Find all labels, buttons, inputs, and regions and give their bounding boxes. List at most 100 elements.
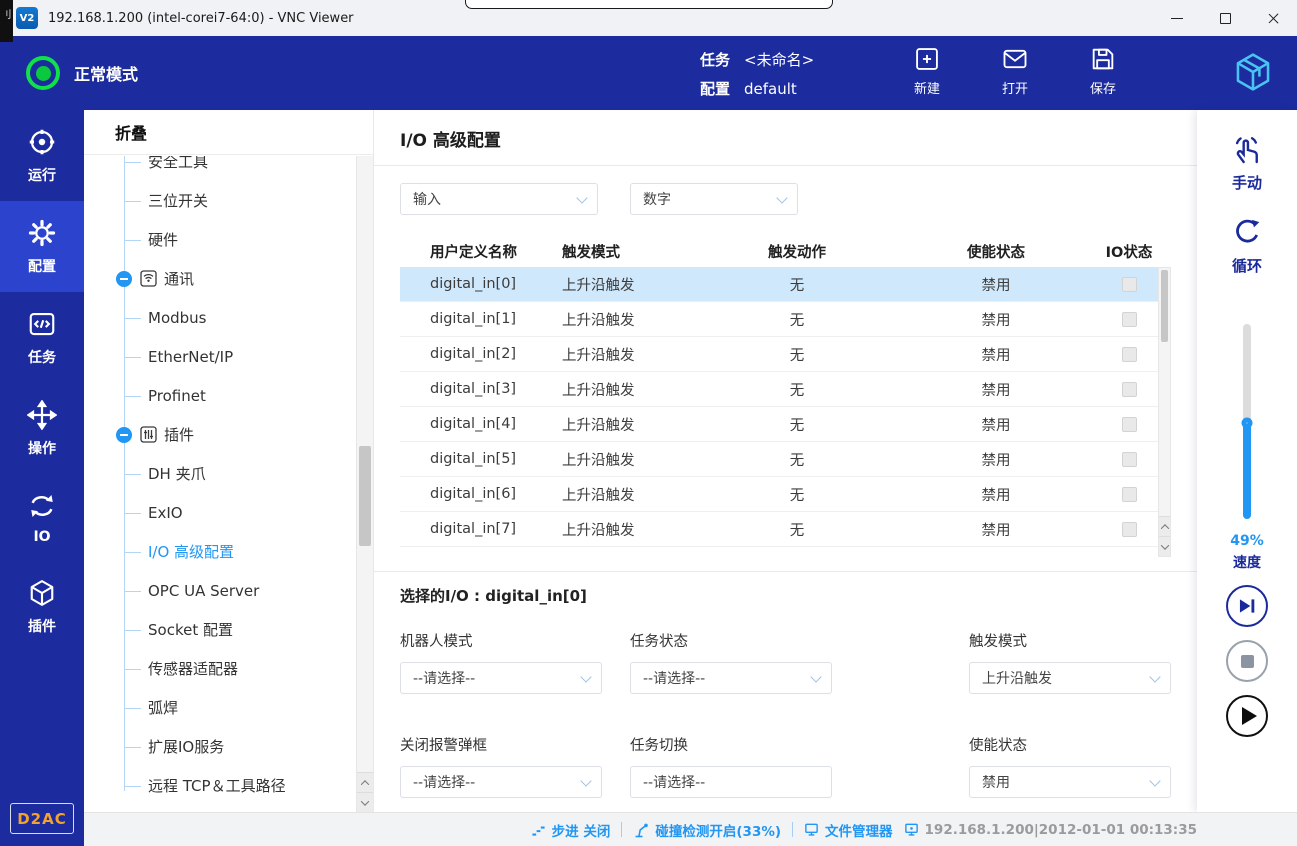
io-type-select[interactable]: 数字 <box>630 183 798 215</box>
close-button[interactable] <box>1249 0 1297 36</box>
tree-item-three-position-switch[interactable]: 三位开关 <box>84 181 356 220</box>
scroll-down-button[interactable] <box>1159 536 1170 556</box>
sidebar-item-plugin[interactable]: 插件 <box>0 561 84 652</box>
open-task-button[interactable]: 打开 <box>986 45 1044 97</box>
io-state-checkbox[interactable] <box>1122 277 1137 292</box>
collapse-minus-icon[interactable] <box>116 427 132 443</box>
new-task-button[interactable]: 新建 <box>898 45 956 97</box>
io-config-form-row-2: 关闭报警弹框 --请选择-- 任务切换 --请选择-- 使能状态 禁用 <box>400 734 1171 798</box>
scroll-up-button[interactable] <box>1159 516 1170 536</box>
io-state-checkbox[interactable] <box>1122 522 1137 537</box>
tree-item-profinet[interactable]: Profinet <box>84 376 356 415</box>
collision-status[interactable]: 碰撞检测开启(33%) <box>633 820 781 840</box>
tree-item-arc-welding[interactable]: 弧焊 <box>84 688 356 727</box>
tree-node-communication[interactable]: 通讯 <box>84 259 356 298</box>
table-row[interactable]: digital_in[1] 上升沿触发 无 禁用 <box>400 302 1158 337</box>
sidebar-item-task[interactable]: 任务 <box>0 292 84 383</box>
tree-scrollbar-thumb[interactable] <box>359 446 371 546</box>
sidebar-item-run[interactable]: 运行 <box>0 110 84 201</box>
tree-item-safety-tools[interactable]: 安全工具 <box>84 156 356 181</box>
config-tree-panel: 折叠 安全工具 三位开关 硬件 通讯 Modbus EtherNet/IP Pr… <box>84 110 374 812</box>
vnc-toolbar-tab[interactable] <box>465 0 833 9</box>
chevron-down-icon <box>1160 541 1168 549</box>
stop-button[interactable] <box>1226 640 1268 682</box>
tree-node-plugins[interactable]: 插件 <box>84 415 356 454</box>
minimize-button[interactable] <box>1153 0 1201 36</box>
sidebar-label: 运行 <box>28 165 56 185</box>
tree-item-opc-ua-server[interactable]: OPC UA Server <box>84 571 356 610</box>
new-icon <box>913 45 941 73</box>
io-state-checkbox[interactable] <box>1122 557 1137 558</box>
loop-mode-button[interactable]: 循环 <box>1231 217 1263 276</box>
statusbar: 步进 关闭 碰撞检测开启(33%) 文件管理器 192.168.1.200|20… <box>84 812 1297 846</box>
right-control-panel: 手动 循环 49% 速度 <box>1197 110 1297 812</box>
tree-item-modbus[interactable]: Modbus <box>84 298 356 337</box>
enable-state-select[interactable]: 禁用 <box>969 766 1171 798</box>
trigger-mode-label: 触发模式 <box>969 630 1171 651</box>
io-state-checkbox[interactable] <box>1122 487 1137 502</box>
task-config-info: 任务 <未命名> 配置 default <box>700 45 814 103</box>
tree-item-extended-io-service[interactable]: 扩展IO服务 <box>84 727 356 766</box>
table-row[interactable]: digital_in[4] 上升沿触发 无 禁用 <box>400 407 1158 442</box>
save-icon <box>1089 45 1117 73</box>
trigger-mode-select[interactable]: 上升沿触发 <box>969 662 1171 694</box>
table-row[interactable]: digital_in[5] 上升沿触发 无 禁用 <box>400 442 1158 477</box>
speed-percent: 49% <box>1230 533 1264 549</box>
chevron-up-icon <box>1160 524 1168 532</box>
table-row[interactable]: digital_in[2] 上升沿触发 无 禁用 <box>400 337 1158 372</box>
robot-mode-select[interactable]: --请选择-- <box>400 662 602 694</box>
tree-item-io-advanced-config[interactable]: I/O 高级配置 <box>84 532 356 571</box>
table-scrollbar-thumb[interactable] <box>1161 270 1168 342</box>
tree-item-socket-config[interactable]: Socket 配置 <box>84 610 356 649</box>
tree-item-sensor-adapter[interactable]: 传感器适配器 <box>84 649 356 688</box>
manual-mode-button[interactable]: 手动 <box>1231 134 1263 193</box>
header-actions: 新建 打开 保存 <box>898 45 1132 97</box>
save-task-button[interactable]: 保存 <box>1074 45 1132 97</box>
maximize-button[interactable] <box>1201 0 1249 36</box>
io-state-checkbox[interactable] <box>1122 347 1137 362</box>
tree-item-remote-tcp-tool-path[interactable]: 远程 TCP＆工具路径 <box>84 766 356 805</box>
io-state-checkbox[interactable] <box>1122 382 1137 397</box>
tree-collapse-header[interactable]: 折叠 <box>84 110 373 155</box>
io-direction-select[interactable]: 输入 <box>400 183 598 215</box>
chevron-down-icon <box>580 671 591 682</box>
table-row[interactable]: digital_in[6] 上升沿触发 无 禁用 <box>400 477 1158 512</box>
table-row[interactable]: digital_in[8] 上升沿触发 无 禁用 <box>400 547 1158 557</box>
step-forward-button[interactable] <box>1226 585 1268 627</box>
app-header: 正常模式 任务 <未命名> 配置 default 新建 打开 保 <box>0 36 1297 110</box>
speed-slider-thumb[interactable] <box>1242 418 1253 429</box>
tree-scrollbar[interactable] <box>356 156 373 812</box>
table-row[interactable]: digital_in[3] 上升沿触发 无 禁用 <box>400 372 1158 407</box>
step-status[interactable]: 步进 关闭 <box>531 820 611 840</box>
sidebar-item-io[interactable]: IO <box>0 474 84 561</box>
close-alarm-select[interactable]: --请选择-- <box>400 766 602 798</box>
tree-item-dh-gripper[interactable]: DH 夹爪 <box>84 454 356 493</box>
background-window-glyph: 刂 <box>2 6 12 21</box>
task-switch-input[interactable]: --请选择-- <box>630 766 832 798</box>
sidebar-item-config[interactable]: 配置 <box>0 201 84 292</box>
tree-item-hardware[interactable]: 硬件 <box>84 220 356 259</box>
sidebar-label: 插件 <box>28 616 56 636</box>
io-state-checkbox[interactable] <box>1122 417 1137 432</box>
brand-logo-icon <box>1231 50 1275 98</box>
table-row[interactable]: digital_in[7] 上升沿触发 无 禁用 <box>400 512 1158 547</box>
sidebar-item-operate[interactable]: 操作 <box>0 383 84 474</box>
task-state-label: 任务状态 <box>630 630 832 651</box>
table-scrollbar[interactable] <box>1158 267 1171 557</box>
tree-item-exio[interactable]: ExIO <box>84 493 356 532</box>
scroll-down-button[interactable] <box>357 792 373 812</box>
close-alarm-label: 关闭报警弹框 <box>400 734 602 755</box>
chevron-down-icon <box>810 671 821 682</box>
io-state-checkbox[interactable] <box>1122 452 1137 467</box>
collapse-minus-icon[interactable] <box>116 271 132 287</box>
task-state-select[interactable]: --请选择-- <box>630 662 832 694</box>
speed-slider[interactable] <box>1243 324 1251 519</box>
table-row[interactable]: digital_in[0] 上升沿触发 无 禁用 <box>400 267 1158 302</box>
file-manager-button[interactable]: 文件管理器 <box>804 820 893 840</box>
play-button[interactable] <box>1226 695 1268 737</box>
col-trigger-mode: 触发模式 <box>562 241 702 262</box>
col-io-state: IO状态 <box>1100 241 1158 262</box>
tree-item-ethernet-ip[interactable]: EtherNet/IP <box>84 337 356 376</box>
scroll-up-button[interactable] <box>357 772 373 792</box>
io-state-checkbox[interactable] <box>1122 312 1137 327</box>
